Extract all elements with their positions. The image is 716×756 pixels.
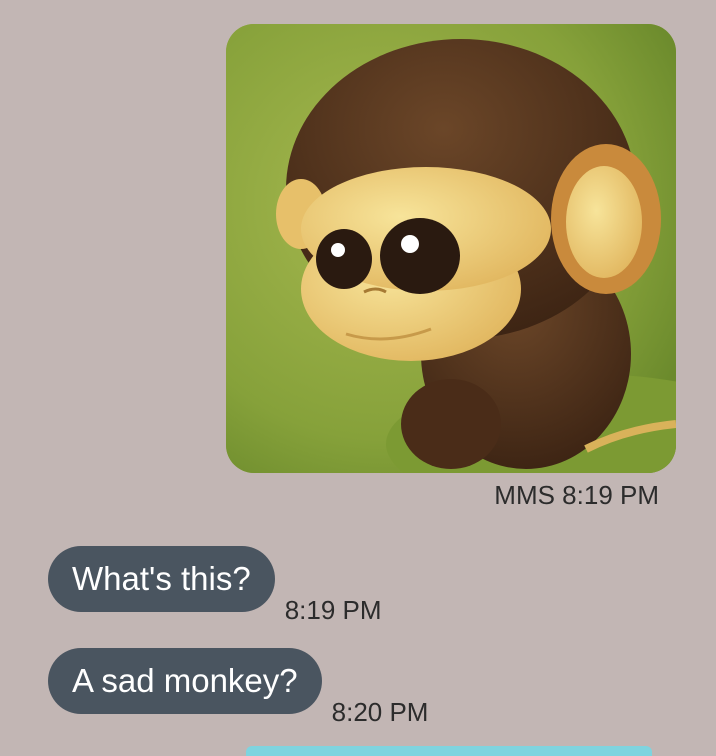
received-message-bubble[interactable]: What's this?	[48, 546, 275, 612]
composer-edge[interactable]	[246, 746, 652, 756]
mms-image-attachment[interactable]	[226, 24, 676, 473]
message-row: A sad monkey? 8:20 PM	[48, 648, 428, 727]
message-row: What's this? 8:19 PM	[48, 546, 382, 625]
mms-label: MMS	[494, 480, 563, 510]
message-thread: MMS 8:19 PM What's this? 8:19 PM A sad m…	[0, 0, 716, 756]
message-timestamp: 8:20 PM	[331, 697, 429, 727]
message-timestamp: 8:19 PM	[284, 595, 382, 625]
mms-time: 8:19 PM	[562, 480, 659, 510]
received-message-bubble[interactable]: A sad monkey?	[48, 648, 322, 714]
sad-monkey-image	[226, 24, 676, 473]
mms-meta: MMS 8:19 PM	[494, 480, 659, 511]
